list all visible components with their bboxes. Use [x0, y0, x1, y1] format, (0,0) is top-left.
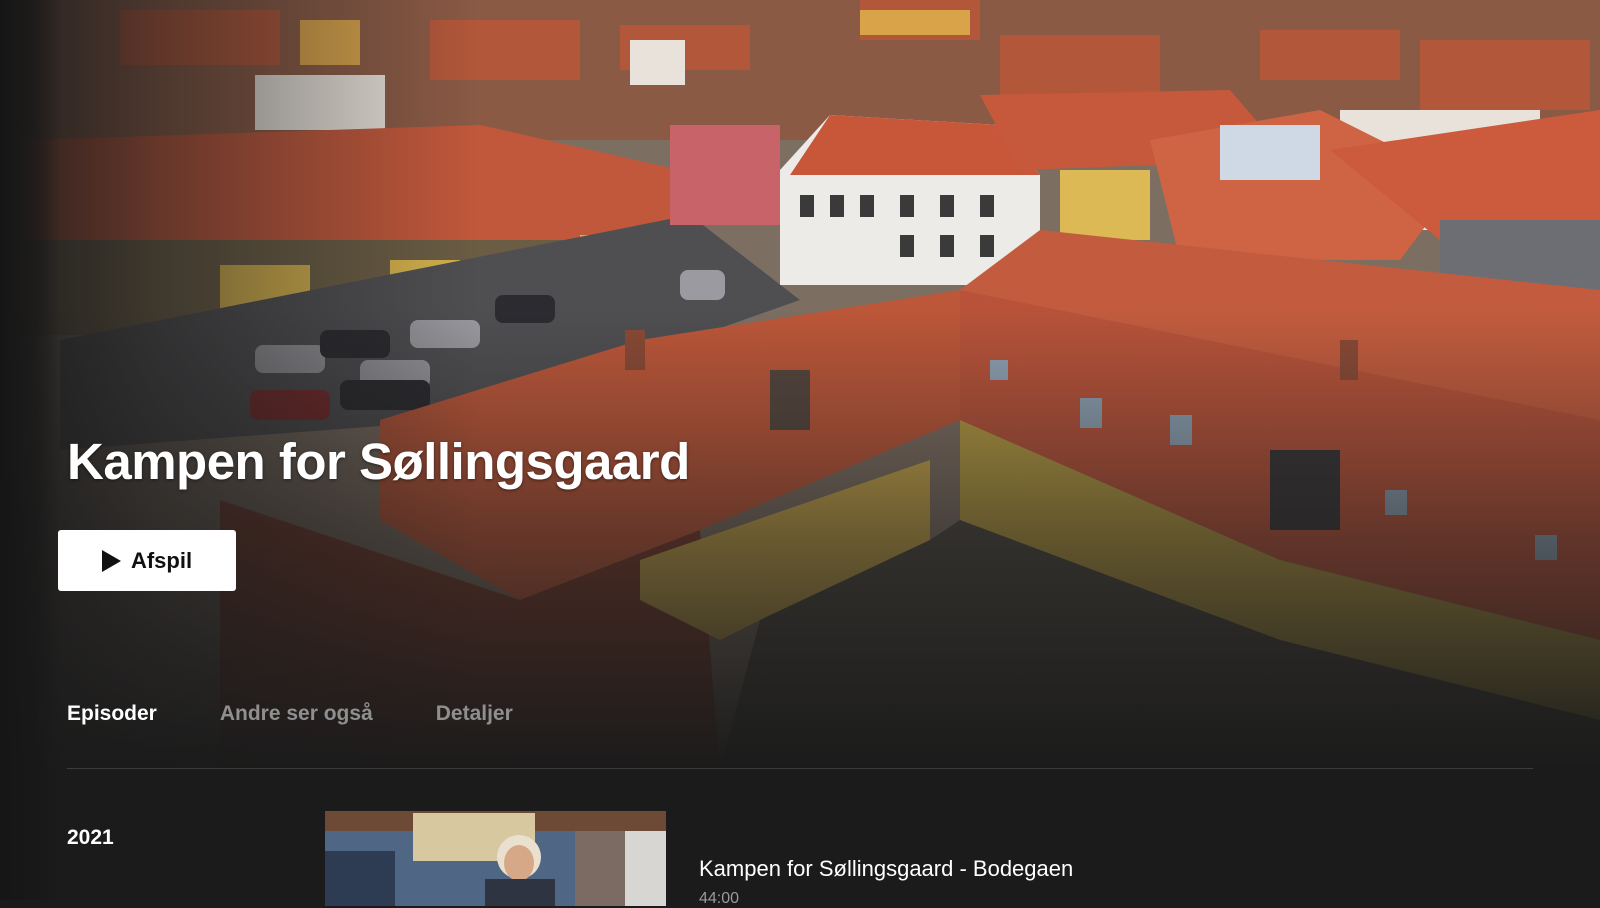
hero-banner: [0, 0, 1600, 770]
episode-duration: 44:00: [699, 890, 740, 907]
left-edge-shade: [0, 0, 60, 900]
tab-andre-ser-ogsaa[interactable]: Andre ser også: [220, 702, 373, 726]
detail-tabs: Episoder Andre ser også Detaljer: [67, 702, 576, 726]
tab-episoder[interactable]: Episoder: [67, 702, 157, 726]
play-button-label: Afspil: [130, 547, 193, 573]
episode-title[interactable]: Kampen for Søllingsgaard - Bodegaen: [699, 856, 1073, 882]
tabs-divider: [67, 768, 1533, 769]
episode-thumbnail-image: [325, 811, 666, 906]
episode-thumbnail[interactable]: [325, 811, 666, 906]
play-icon: [101, 549, 121, 572]
season-label: 2021: [67, 826, 114, 849]
show-title: Kampen for Søllingsgaard: [67, 433, 690, 490]
tab-detaljer[interactable]: Detaljer: [436, 702, 513, 726]
play-button[interactable]: Afspil: [58, 530, 236, 591]
hero-gradient-overlay: [0, 0, 1600, 770]
